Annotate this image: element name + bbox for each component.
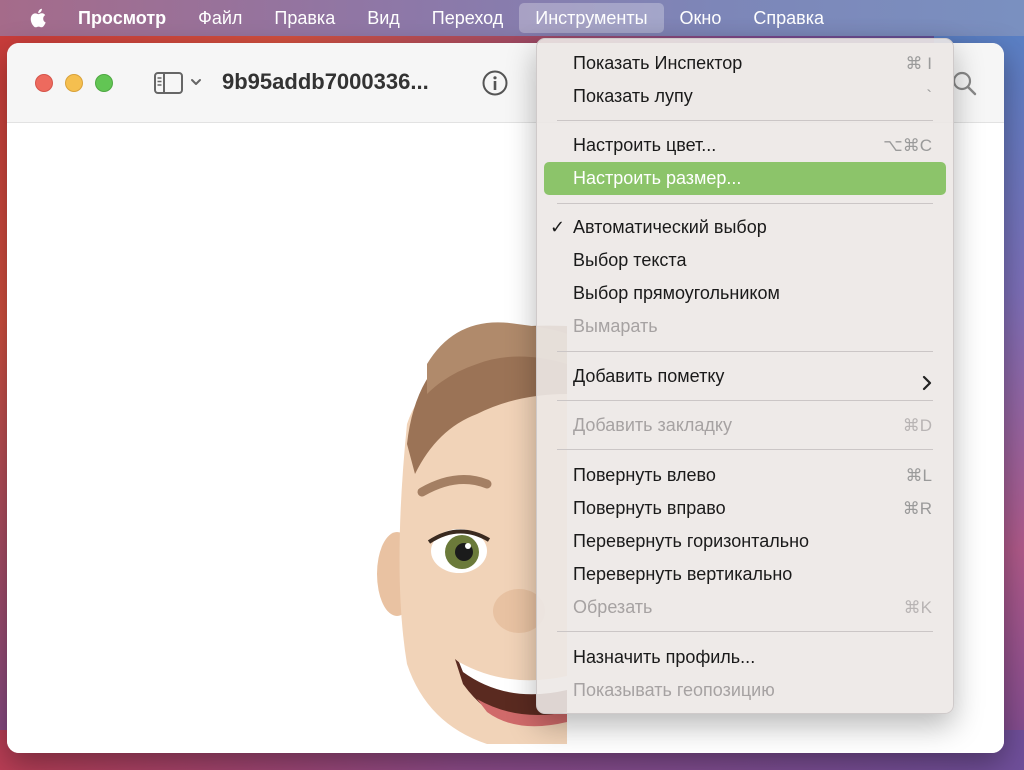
- menu-file[interactable]: Файл: [182, 0, 258, 36]
- minimize-button[interactable]: [65, 74, 83, 92]
- menu-item-label: Выбор прямоугольником: [573, 283, 780, 303]
- chevron-down-icon[interactable]: [189, 75, 203, 89]
- sidebar-icon[interactable]: [153, 70, 185, 96]
- info-icon[interactable]: [481, 69, 509, 97]
- menu-item-label: Показывать геопозицию: [573, 680, 775, 700]
- menu-item-label: Выбор текста: [573, 250, 687, 270]
- menu-help[interactable]: Справка: [737, 0, 840, 36]
- menu-item-label: Вымарать: [573, 316, 658, 336]
- menu-item-label: Перевернуть горизонтально: [573, 531, 810, 551]
- menu-window[interactable]: Окно: [664, 0, 738, 36]
- menu-item-label: Назначить профиль...: [573, 647, 756, 667]
- menu-app[interactable]: Просмотр: [78, 0, 182, 36]
- menu-item-shortcut: ⌘R: [902, 499, 932, 518]
- menu-item-shortcut: ⌘L: [905, 466, 932, 485]
- menu-item-label: Повернуть влево: [573, 465, 716, 485]
- menu-item-label: Повернуть вправо: [573, 498, 726, 518]
- apple-icon[interactable]: [28, 7, 50, 29]
- menu-item-adjust-size[interactable]: Настроить размер...: [544, 162, 946, 195]
- menu-item-shortcut: ⌘ I: [905, 54, 932, 73]
- menu-item-shortcut: ⌥⌘C: [883, 136, 932, 155]
- menu-item-rotate-left[interactable]: Повернуть влево ⌘L: [544, 459, 946, 492]
- menu-item-label: Настроить размер...: [573, 168, 742, 188]
- menu-item-label: Обрезать: [573, 597, 653, 617]
- tools-dropdown-menu: Показать Инспектор ⌘ I Показать лупу ` Н…: [536, 38, 954, 714]
- menu-separator: [557, 203, 933, 204]
- menu-item-crop: Обрезать ⌘K: [544, 591, 946, 624]
- menu-go[interactable]: Переход: [416, 0, 520, 36]
- menu-item-label: Автоматический выбор: [573, 217, 767, 237]
- menu-item-add-bookmark: Добавить закладку ⌘D: [544, 409, 946, 442]
- checkmark-icon: ✓: [550, 217, 566, 237]
- menu-separator: [557, 351, 933, 352]
- menu-item-flip-vertical[interactable]: Перевернуть вертикально: [544, 558, 946, 591]
- menu-separator: [557, 631, 933, 632]
- menu-separator: [557, 120, 933, 121]
- close-button[interactable]: [35, 74, 53, 92]
- chevron-right-icon: [922, 369, 932, 391]
- menu-item-adjust-color[interactable]: Настроить цвет... ⌥⌘C: [544, 129, 946, 162]
- menu-item-label: Показать Инспектор: [573, 53, 743, 73]
- menu-tools[interactable]: Инструменты: [519, 3, 664, 33]
- menu-item-rotate-right[interactable]: Повернуть вправо ⌘R: [544, 492, 946, 525]
- menu-item-shortcut: `: [926, 87, 932, 106]
- menu-bar: Просмотр Файл Правка Вид Переход Инструм…: [0, 0, 1024, 36]
- menu-item-show-inspector[interactable]: Показать Инспектор ⌘ I: [544, 47, 946, 80]
- menu-item-shortcut: ⌘K: [903, 598, 932, 617]
- menu-item-label: Настроить цвет...: [573, 135, 717, 155]
- menu-item-text-select[interactable]: Выбор текста: [544, 244, 946, 277]
- menu-item-label: Добавить закладку: [573, 415, 732, 435]
- zoom-button[interactable]: [95, 74, 113, 92]
- menu-separator: [557, 449, 933, 450]
- menu-item-redact: Вымарать: [544, 310, 946, 343]
- search-icon[interactable]: [950, 69, 978, 97]
- menu-item-show-loupe[interactable]: Показать лупу `: [544, 80, 946, 113]
- menu-item-shortcut: ⌘D: [902, 416, 932, 435]
- menu-item-show-location: Показывать геопозицию: [544, 674, 946, 707]
- menu-item-annotate[interactable]: Добавить пометку: [544, 360, 946, 393]
- menu-item-auto-select[interactable]: ✓ Автоматический выбор: [544, 211, 946, 244]
- menu-edit[interactable]: Правка: [258, 0, 351, 36]
- document-title: 9b95addb7000336...: [222, 69, 429, 94]
- menu-item-label: Добавить пометку: [573, 366, 725, 386]
- menu-view[interactable]: Вид: [351, 0, 416, 36]
- menu-item-label: Показать лупу: [573, 86, 693, 106]
- menu-item-rect-select[interactable]: Выбор прямоугольником: [544, 277, 946, 310]
- menu-item-flip-horizontal[interactable]: Перевернуть горизонтально: [544, 525, 946, 558]
- menu-item-label: Перевернуть вертикально: [573, 564, 793, 584]
- menu-separator: [557, 400, 933, 401]
- menu-item-assign-profile[interactable]: Назначить профиль...: [544, 641, 946, 674]
